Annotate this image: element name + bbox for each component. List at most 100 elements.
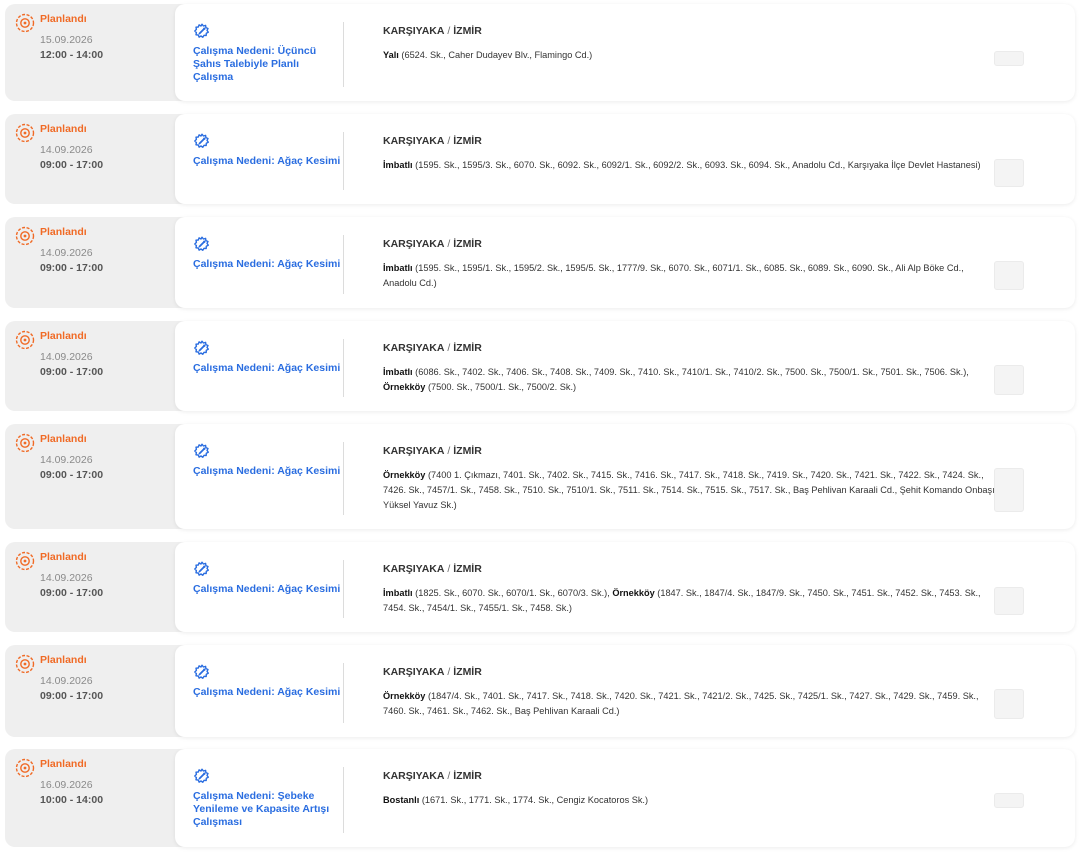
status-label: Planlandı bbox=[40, 654, 87, 666]
area-name: Örnekköy bbox=[612, 588, 655, 598]
outage-time: 12:00 - 14:00 bbox=[40, 49, 104, 61]
outage-row[interactable]: Planlandı 14.09.2026 09:00 - 17:00 Çalışma … bbox=[5, 542, 1075, 632]
outage-row[interactable]: Planlandı 16.09.2026 10:00 - 14:00 Çalışma … bbox=[5, 749, 1075, 847]
work-reason: Çalışma Nedeni: Ağaç Kesimi bbox=[193, 258, 341, 270]
detail-toggle[interactable] bbox=[994, 261, 1024, 290]
outage-date: 14.09.2026 bbox=[40, 454, 93, 466]
planned-gear-icon bbox=[15, 551, 35, 571]
detail-toggle[interactable] bbox=[994, 689, 1024, 719]
outage-card[interactable]: Çalışma Nedeni: Ağaç Kesimi KARŞIYAKA / İ… bbox=[175, 542, 1075, 632]
area-item: Bostanlı (1671. Sk., 1771. Sk., 1774. Sk… bbox=[383, 795, 648, 805]
status-label: Planlandı bbox=[40, 226, 87, 238]
outage-row[interactable]: Planlandı 14.09.2026 09:00 - 17:00 Çalışma … bbox=[5, 424, 1075, 529]
area-item: Örnekköy (7500. Sk., 7500/1. Sk., 7500/2… bbox=[383, 382, 576, 392]
detail-toggle[interactable] bbox=[994, 365, 1024, 395]
work-reason: Çalışma Nedeni: Üçüncü Şahıs Talebiyle P… bbox=[193, 45, 317, 83]
wrench-gear-icon bbox=[193, 339, 211, 357]
location-separator: / bbox=[444, 666, 454, 678]
status-column: Planlandı 14.09.2026 09:00 - 17:00 bbox=[5, 217, 175, 308]
wrench-gear-icon bbox=[193, 560, 211, 578]
city-name: İZMİR bbox=[453, 445, 482, 457]
area-name: Örnekköy bbox=[383, 382, 426, 392]
outage-date: 16.09.2026 bbox=[40, 779, 93, 791]
outage-time: 09:00 - 17:00 bbox=[40, 469, 104, 481]
location-separator: / bbox=[444, 25, 454, 37]
detail-toggle[interactable] bbox=[994, 51, 1024, 66]
wrench-gear-icon bbox=[193, 663, 211, 681]
wrench-gear-icon bbox=[193, 442, 211, 460]
affected-addresses: İmbatlı (1825. Sk., 6070. Sk., 6070/1. S… bbox=[383, 586, 995, 616]
status-column: Planlandı 14.09.2026 09:00 - 17:00 bbox=[5, 321, 175, 411]
area-item: İmbatlı (1595. Sk., 1595/1. Sk., 1595/2.… bbox=[383, 263, 964, 288]
district-name: KARŞIYAKA bbox=[383, 666, 445, 678]
outage-time: 09:00 - 17:00 bbox=[40, 587, 104, 599]
area-name: Örnekköy bbox=[383, 691, 426, 701]
area-item: İmbatlı (1595. Sk., 1595/3. Sk., 6070. S… bbox=[383, 160, 981, 170]
status-label: Planlandı bbox=[40, 13, 87, 25]
area-streets: (1595. Sk., 1595/1. Sk., 1595/2. Sk., 15… bbox=[383, 263, 964, 288]
location: KARŞIYAKA / İZMİR bbox=[383, 238, 482, 250]
area-streets: (1595. Sk., 1595/3. Sk., 6070. Sk., 6092… bbox=[415, 160, 981, 170]
area-item: İmbatlı (6086. Sk., 7402. Sk., 7406. Sk.… bbox=[383, 367, 969, 377]
outage-card[interactable]: Çalışma Nedeni: Üçüncü Şahıs Talebiyle P… bbox=[175, 4, 1075, 101]
outage-row[interactable]: Planlandı 15.09.2026 12:00 - 14:00 Çalışma … bbox=[5, 4, 1075, 101]
district-name: KARŞIYAKA bbox=[383, 25, 445, 37]
status-column: Planlandı 14.09.2026 09:00 - 17:00 bbox=[5, 424, 175, 529]
outage-card[interactable]: Çalışma Nedeni: Ağaç Kesimi KARŞIYAKA / İ… bbox=[175, 645, 1075, 737]
reason-block: Çalışma Nedeni: Ağaç Kesimi bbox=[193, 663, 344, 723]
outage-row[interactable]: Planlandı 14.09.2026 09:00 - 17:00 Çalışma … bbox=[5, 321, 1075, 411]
outage-row[interactable]: Planlandı 14.09.2026 09:00 - 17:00 Çalışma … bbox=[5, 217, 1075, 308]
work-reason: Çalışma Nedeni: Şebeke Yenileme ve Kapas… bbox=[193, 790, 330, 828]
location-separator: / bbox=[444, 135, 454, 147]
district-name: KARŞIYAKA bbox=[383, 342, 445, 354]
status-label: Planlandı bbox=[40, 330, 87, 342]
detail-toggle[interactable] bbox=[994, 159, 1024, 187]
detail-toggle[interactable] bbox=[994, 468, 1024, 512]
district-name: KARŞIYAKA bbox=[383, 770, 445, 782]
outage-card[interactable]: Çalışma Nedeni: Ağaç Kesimi KARŞIYAKA / İ… bbox=[175, 424, 1075, 529]
planned-gear-icon bbox=[15, 654, 35, 674]
area-name: İmbatlı bbox=[383, 263, 413, 273]
area-streets: (1847/4. Sk., 7401. Sk., 7417. Sk., 7418… bbox=[383, 691, 979, 716]
district-name: KARŞIYAKA bbox=[383, 563, 445, 575]
location: KARŞIYAKA / İZMİR bbox=[383, 563, 482, 575]
status-label: Planlandı bbox=[40, 433, 87, 445]
location-separator: / bbox=[444, 770, 454, 782]
location-separator: / bbox=[444, 563, 454, 575]
area-streets: (7500. Sk., 7500/1. Sk., 7500/2. Sk.) bbox=[427, 382, 577, 392]
outage-card[interactable]: Çalışma Nedeni: Ağaç Kesimi KARŞIYAKA / İ… bbox=[175, 217, 1075, 308]
wrench-gear-icon bbox=[193, 22, 211, 40]
area-streets: (1671. Sk., 1771. Sk., 1774. Sk., Cengiz… bbox=[421, 795, 649, 805]
city-name: İZMİR bbox=[453, 25, 482, 37]
planned-gear-icon bbox=[15, 758, 35, 778]
outage-time: 09:00 - 17:00 bbox=[40, 262, 104, 274]
outage-date: 14.09.2026 bbox=[40, 247, 93, 259]
location: KARŞIYAKA / İZMİR bbox=[383, 770, 482, 782]
affected-addresses: İmbatlı (1595. Sk., 1595/1. Sk., 1595/2.… bbox=[383, 261, 995, 291]
work-reason: Çalışma Nedeni: Ağaç Kesimi bbox=[193, 465, 341, 477]
outage-row[interactable]: Planlandı 14.09.2026 09:00 - 17:00 Çalışma … bbox=[5, 114, 1075, 204]
detail-toggle[interactable] bbox=[994, 793, 1024, 808]
location: KARŞIYAKA / İZMİR bbox=[383, 25, 482, 37]
affected-addresses: Yalı (6524. Sk., Caher Dudayev Blv., Fla… bbox=[383, 48, 995, 63]
area-item: Örnekköy (7400 1. Çıkmazı, 7401. Sk., 74… bbox=[383, 470, 995, 510]
location-separator: / bbox=[444, 445, 454, 457]
outage-card[interactable]: Çalışma Nedeni: Ağaç Kesimi KARŞIYAKA / İ… bbox=[175, 321, 1075, 411]
area-name: Bostanlı bbox=[383, 795, 420, 805]
reason-block: Çalışma Nedeni: Ağaç Kesimi bbox=[193, 132, 344, 190]
city-name: İZMİR bbox=[453, 666, 482, 678]
outage-date: 14.09.2026 bbox=[40, 351, 93, 363]
detail-toggle[interactable] bbox=[994, 587, 1024, 615]
reason-block: Çalışma Nedeni: Ağaç Kesimi bbox=[193, 442, 344, 515]
reason-block: Çalışma Nedeni: Ağaç Kesimi bbox=[193, 235, 344, 294]
area-name: İmbatlı bbox=[383, 588, 413, 598]
work-reason: Çalışma Nedeni: Ağaç Kesimi bbox=[193, 583, 341, 595]
district-name: KARŞIYAKA bbox=[383, 238, 445, 250]
outage-time: 09:00 - 17:00 bbox=[40, 690, 104, 702]
location: KARŞIYAKA / İZMİR bbox=[383, 135, 482, 147]
outage-card[interactable]: Çalışma Nedeni: Ağaç Kesimi KARŞIYAKA / İ… bbox=[175, 114, 1075, 204]
outage-card[interactable]: Çalışma Nedeni: Şebeke Yenileme ve Kapas… bbox=[175, 749, 1075, 847]
status-column: Planlandı 16.09.2026 10:00 - 14:00 bbox=[5, 749, 175, 847]
outage-row[interactable]: Planlandı 14.09.2026 09:00 - 17:00 Çalışma … bbox=[5, 645, 1075, 737]
affected-addresses: İmbatlı (1595. Sk., 1595/3. Sk., 6070. S… bbox=[383, 158, 995, 173]
